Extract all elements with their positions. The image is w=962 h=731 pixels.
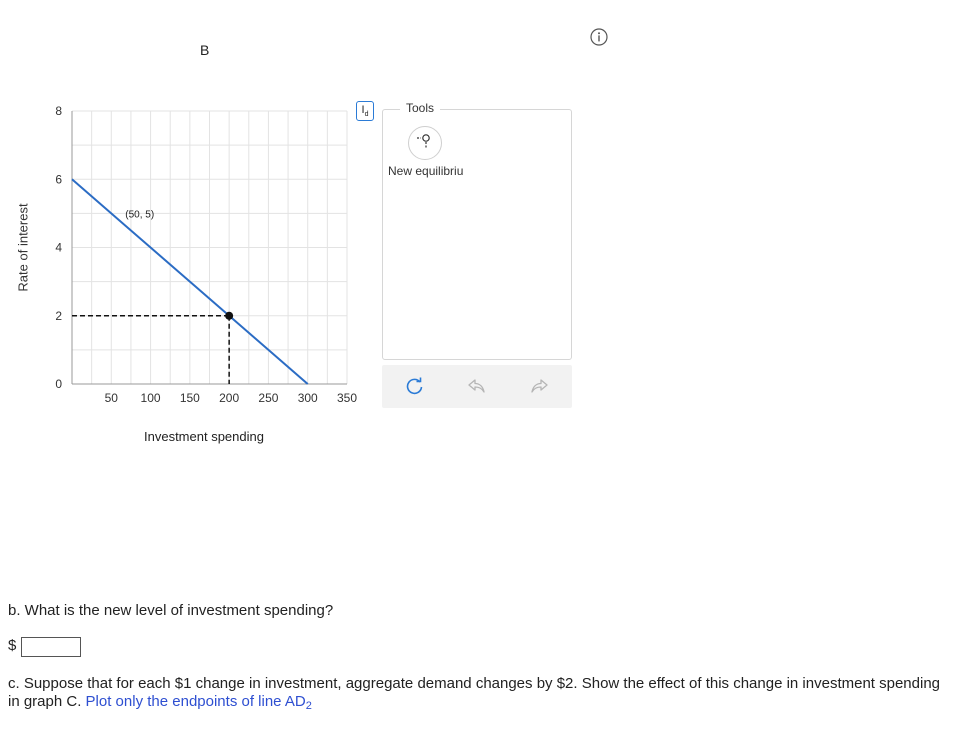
- undo-icon[interactable]: [466, 375, 488, 397]
- x-tick-label: 200: [219, 391, 239, 405]
- x-tick-label: 150: [180, 391, 200, 405]
- info-icon[interactable]: [590, 28, 608, 46]
- id-curve-label-sub: d: [364, 111, 369, 119]
- point-tool-icon: [417, 134, 430, 149]
- y-tick-label: 6: [55, 172, 62, 186]
- question-c-instruction-text: Plot only the endpoints of line AD: [85, 693, 306, 710]
- x-axis-label: Investment spending: [144, 429, 264, 444]
- currency-symbol: $: [8, 637, 17, 654]
- question-c-instruction-sub: 2: [305, 700, 312, 712]
- chart-ticks: 50 100 150 200 250 300 350 0 2 4 6 8: [55, 104, 357, 405]
- y-tick-label: 0: [55, 377, 62, 391]
- chart-points[interactable]: [225, 311, 234, 320]
- graph-title: B: [200, 42, 210, 58]
- equilibrium-point[interactable]: [225, 311, 234, 320]
- x-tick-label: 100: [141, 391, 161, 405]
- reset-icon[interactable]: [404, 375, 426, 397]
- chart-grid: [72, 110, 348, 385]
- tools-title: Tools: [400, 101, 441, 115]
- point-annotation-label: (50, 5): [125, 209, 154, 220]
- point-tool-button[interactable]: [408, 126, 442, 160]
- y-tick-label: 4: [55, 241, 62, 255]
- investment-answer-input[interactable]: [21, 637, 81, 657]
- y-tick-label: 2: [55, 309, 62, 323]
- x-tick-label: 350: [337, 391, 357, 405]
- investment-demand-chart[interactable]: 50 100 150 200 250 300 350 0 2 4 6 8 (50, 5): [0, 90, 380, 420]
- question-c: c. Suppose that for each $1 change in in…: [8, 675, 948, 715]
- x-tick-label: 300: [298, 391, 318, 405]
- question-c-instruction: Plot only the endpoints of line AD2: [85, 693, 312, 712]
- x-tick-label: 50: [105, 391, 119, 405]
- x-tick-label: 250: [258, 391, 278, 405]
- redo-icon[interactable]: [528, 375, 550, 397]
- question-b: b. What is the new level of investment s…: [8, 602, 334, 619]
- point-tool-label: New equilibriu: [388, 164, 464, 178]
- y-tick-label: 8: [55, 104, 62, 118]
- tools-footer: [382, 365, 572, 408]
- id-curve-label[interactable]: Id: [356, 101, 374, 121]
